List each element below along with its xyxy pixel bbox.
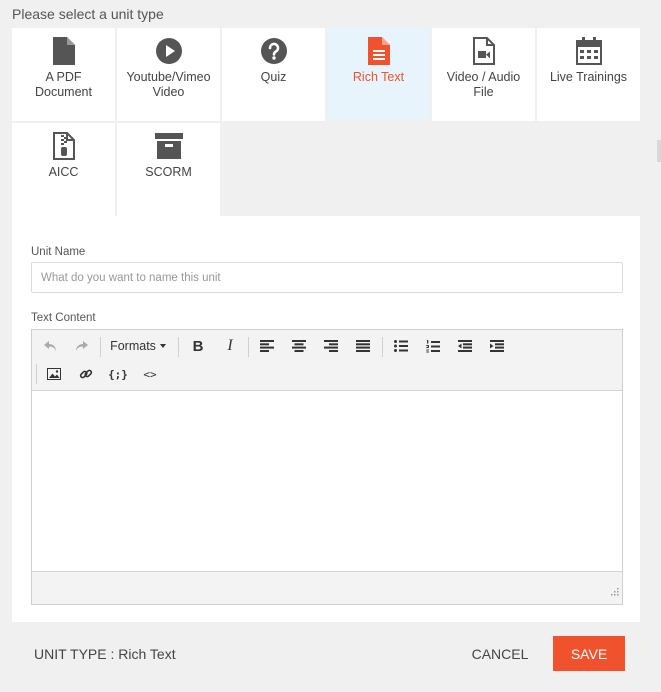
editor-content-area[interactable] xyxy=(32,392,622,572)
unit-type-video-link-tile[interactable]: Youtube/Vimeo Video xyxy=(117,28,220,121)
outdent-icon[interactable] xyxy=(454,335,476,357)
form-footer: UNIT TYPE : Rich Text CANCEL SAVE xyxy=(12,622,640,684)
unit-type-video-audio-tile[interactable]: Video / Audio File xyxy=(432,28,535,121)
align-right-icon[interactable] xyxy=(320,335,342,357)
zip-file-icon xyxy=(12,131,115,161)
unit-type-label: Video / Audio File xyxy=(446,70,521,99)
unit-type-label: A PDF Document xyxy=(35,70,92,99)
unit-type-label: SCORM xyxy=(145,165,192,179)
unit-type-label: Live Trainings xyxy=(549,70,628,84)
unit-form: Unit Name Text Content Formats B I xyxy=(12,216,640,622)
insert-image-icon[interactable] xyxy=(43,363,65,385)
unit-name-input[interactable] xyxy=(31,262,623,293)
cancel-button[interactable]: CANCEL xyxy=(465,636,535,671)
bullet-list-icon[interactable] xyxy=(390,335,412,357)
question-circle-icon xyxy=(222,36,325,66)
source-code-button[interactable]: <> xyxy=(139,363,161,385)
calendar-icon xyxy=(537,36,640,66)
editor-statusbar xyxy=(32,571,622,604)
unit-type-label: Rich Text xyxy=(352,70,405,84)
unit-type-label: Youtube/Vimeo Video xyxy=(126,70,211,99)
bold-button[interactable]: B xyxy=(187,335,209,357)
insert-link-icon[interactable] xyxy=(75,363,97,385)
text-content-label: Text Content xyxy=(31,312,96,324)
insert-variable-button[interactable]: {;} xyxy=(107,363,129,385)
align-justify-icon[interactable] xyxy=(352,335,374,357)
italic-button[interactable]: I xyxy=(219,335,241,357)
unit-type-scorm-tile[interactable]: SCORM xyxy=(117,123,220,216)
resize-handle-icon[interactable] xyxy=(611,583,619,601)
align-center-icon[interactable] xyxy=(288,335,310,357)
formats-dropdown[interactable]: Formats xyxy=(106,335,170,357)
pdf-document-icon xyxy=(12,36,115,66)
unit-name-label: Unit Name xyxy=(31,246,86,258)
numbered-list-icon[interactable] xyxy=(422,335,444,357)
archive-box-icon xyxy=(117,131,220,161)
page-heading: Please select a unit type xyxy=(12,6,164,22)
unit-type-label: Quiz xyxy=(260,70,287,84)
editor-toolbar: Formats B I {;} <> xyxy=(32,330,622,391)
unit-type-label: AICC xyxy=(48,165,79,179)
scrollbar-edge xyxy=(657,140,661,162)
unit-type-aicc-tile[interactable]: AICC xyxy=(12,123,115,216)
save-button[interactable]: SAVE xyxy=(553,636,625,671)
undo-icon[interactable] xyxy=(39,335,61,357)
redo-icon[interactable] xyxy=(70,335,92,357)
unit-type-quiz-tile[interactable]: Quiz xyxy=(222,28,325,121)
align-left-icon[interactable] xyxy=(256,335,278,357)
unit-type-live-trainings-tile[interactable]: Live Trainings xyxy=(537,28,640,121)
chevron-down-icon xyxy=(159,344,166,348)
rich-text-editor: Formats B I {;} <> xyxy=(31,329,623,605)
play-circle-icon xyxy=(117,36,220,66)
unit-type-grid: A PDF Document Youtube/Vimeo Video Quiz … xyxy=(12,28,640,216)
unit-type-pdf-tile[interactable]: A PDF Document xyxy=(12,28,115,121)
indent-icon[interactable] xyxy=(486,335,508,357)
rich-text-file-icon xyxy=(327,36,430,66)
video-file-icon xyxy=(432,36,535,66)
unit-type-rich-text-tile[interactable]: Rich Text xyxy=(327,28,430,121)
unit-type-summary: UNIT TYPE : Rich Text xyxy=(34,646,176,662)
formats-label: Formats xyxy=(110,339,156,353)
